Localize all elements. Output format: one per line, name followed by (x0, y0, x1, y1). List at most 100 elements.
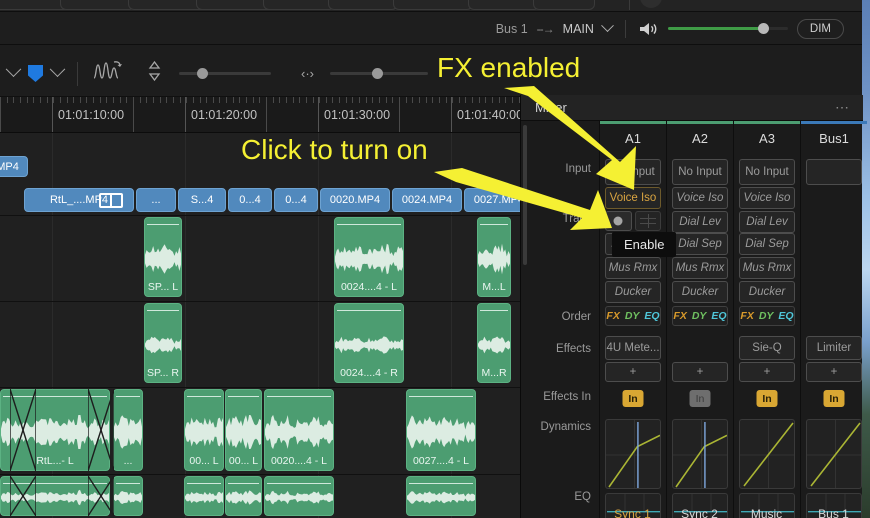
monitor-target-label[interactable]: MAIN (563, 22, 594, 36)
input-cell[interactable] (806, 159, 862, 185)
volume-slider[interactable] (667, 23, 788, 34)
audio-clip[interactable]: 00... L (225, 389, 262, 471)
monitor-bus-label[interactable]: Bus 1 (496, 22, 528, 36)
audio-clip[interactable]: 00... L (184, 389, 224, 471)
track-fx-ducker[interactable]: Ducker (672, 281, 728, 303)
track-fx-dial-sep[interactable]: Dial Sep (672, 233, 728, 255)
add-effect-button[interactable]: + (672, 362, 728, 382)
zoom-slider[interactable] (330, 68, 428, 79)
video-clip[interactable]: ... (136, 188, 176, 212)
track-height-icon[interactable] (148, 60, 161, 87)
preview-control[interactable]: Preview (640, 0, 780, 10)
effects-in-badge[interactable]: In (622, 390, 644, 407)
toolbar-button[interactable] (263, 0, 335, 10)
timeline-tracks[interactable]: 3.MP4 RtL_....MP4... S...4 0...4 0...4 0020.… (0, 133, 520, 518)
timeline-ruler[interactable]: 01:01:10:00 01:01:20:00 01:01:30:00 01:01:4… (0, 97, 520, 133)
channel-header-label[interactable]: A3 (734, 131, 800, 146)
more-options-icon[interactable]: ⋯ (835, 99, 851, 116)
mixer-track-name[interactable]: Sync 1 (599, 507, 666, 518)
speaker-icon[interactable] (639, 21, 659, 37)
video-clip[interactable]: 0...4 (228, 188, 272, 212)
track-fx-mus-rmx[interactable]: Mus Rmx (672, 257, 728, 279)
track-a1-left[interactable]: SP... L 0024....4 - L M...L (0, 217, 520, 302)
audio-clip[interactable]: M...R (477, 303, 511, 383)
track-height-slider[interactable] (179, 68, 271, 79)
toolbar-button[interactable] (60, 0, 135, 10)
channel-header-label[interactable]: A1 (600, 131, 666, 146)
audio-clip[interactable] (184, 476, 224, 516)
audio-clip[interactable]: ... (113, 389, 143, 471)
mixer-track-name[interactable]: Sync 2 (666, 507, 733, 518)
mixer-track-name[interactable]: Bus 1 (800, 507, 867, 518)
video-clip[interactable]: 0024.MP4 (392, 188, 462, 212)
shield-icon[interactable] (28, 65, 43, 82)
volume-knob[interactable] (757, 23, 769, 34)
effect-slot[interactable]: 4U Mete... (605, 336, 661, 360)
dynamics-graph[interactable] (672, 419, 728, 489)
order-cell[interactable]: FX DY EQ (739, 306, 795, 326)
audio-clip[interactable]: SP... L (144, 217, 182, 297)
video-clip[interactable]: 0027.MP4 (464, 188, 520, 212)
toolbar-button[interactable] (533, 0, 595, 10)
order-cell[interactable]: FX DY EQ (605, 306, 661, 326)
preview-toggle-icon[interactable] (640, 0, 662, 8)
crossfade-marker[interactable] (88, 476, 114, 516)
zoom-knob[interactable] (372, 68, 383, 79)
audio-clip[interactable]: 0024....4 - L (334, 217, 404, 297)
track-height-knob[interactable] (197, 68, 208, 79)
video-clip[interactable]: 0...4 (274, 188, 318, 212)
mixer-track-name[interactable]: Music (733, 507, 800, 518)
add-effect-button[interactable]: + (739, 362, 795, 382)
track-fx-dial-lev[interactable]: Dial Lev (739, 211, 795, 233)
input-cell[interactable]: No Input (739, 159, 795, 185)
track-fx-dial-sep[interactable]: Dial Sep (739, 233, 795, 255)
track-fx-ducker[interactable]: Ducker (605, 281, 661, 303)
video-clip[interactable]: S...4 (178, 188, 226, 212)
toolbar-button[interactable] (468, 0, 540, 10)
dim-button[interactable]: DIM (796, 18, 844, 39)
channel-header-label[interactable]: A2 (667, 131, 733, 146)
add-effect-button[interactable]: + (605, 362, 661, 382)
track-fx-voice-iso[interactable]: Voice Iso (672, 187, 728, 209)
effects-in-badge[interactable]: In (689, 390, 711, 407)
video-clip[interactable]: RtL_....MP4 (24, 188, 134, 212)
track-fx-voice-iso[interactable]: Voice Iso (739, 187, 795, 209)
dynamics-graph[interactable] (806, 419, 862, 489)
video-clip[interactable]: 0020.MP4 (320, 188, 390, 212)
toolbar-button[interactable] (393, 0, 473, 10)
track-a2-left[interactable]: RtL...- L... 00... L 00... L 0020....4 - L0… (0, 389, 520, 475)
track-fx-mus-rmx[interactable]: Mus Rmx (605, 257, 661, 279)
track-fx-mus-rmx[interactable]: Mus Rmx (739, 257, 795, 279)
chevron-down-icon[interactable] (601, 19, 614, 33)
audio-clip[interactable]: 0027....4 - L (406, 389, 476, 471)
audio-clip[interactable] (406, 476, 476, 516)
audio-clip[interactable]: SP... R (144, 303, 182, 383)
effects-in-badge[interactable]: In (823, 390, 845, 407)
chevron-down-icon[interactable] (49, 61, 66, 78)
toolbar-button[interactable] (328, 0, 398, 10)
horizontal-zoom-icon[interactable]: ‹·› (301, 66, 314, 81)
voice-iso-settings-button[interactable] (634, 211, 661, 231)
effects-in-badge[interactable]: In (756, 390, 778, 407)
crossfade-marker[interactable] (88, 389, 114, 471)
clip-partial[interactable]: 3.MP4 (0, 156, 28, 177)
effect-slot[interactable]: Limiter (806, 336, 862, 360)
order-cell[interactable]: FX DY EQ (672, 306, 728, 326)
dynamics-graph[interactable] (739, 419, 795, 489)
waveform-loop-icon[interactable] (92, 59, 126, 88)
enable-toggle-button[interactable] (605, 211, 632, 231)
dynamics-graph[interactable] (605, 419, 661, 489)
track-a1-right[interactable]: SP... R 0024....4 - R M...R (0, 303, 520, 388)
audio-clip[interactable] (225, 476, 262, 516)
crossfade-marker[interactable] (10, 389, 36, 471)
track-fx-dial-lev[interactable]: Dial Lev (672, 211, 728, 233)
input-cell[interactable]: No Input (605, 159, 661, 185)
linked-clip-icon[interactable] (99, 193, 123, 208)
audio-clip[interactable] (264, 476, 334, 516)
audio-clip[interactable]: 0020....4 - L (264, 389, 334, 471)
add-effect-button[interactable]: + (806, 362, 862, 382)
channel-header-label[interactable]: Bus1 (801, 131, 867, 146)
track-a2-right[interactable] (0, 476, 520, 518)
audio-clip[interactable] (113, 476, 143, 516)
track-fx-voice-iso[interactable]: Voice Iso (605, 187, 661, 209)
